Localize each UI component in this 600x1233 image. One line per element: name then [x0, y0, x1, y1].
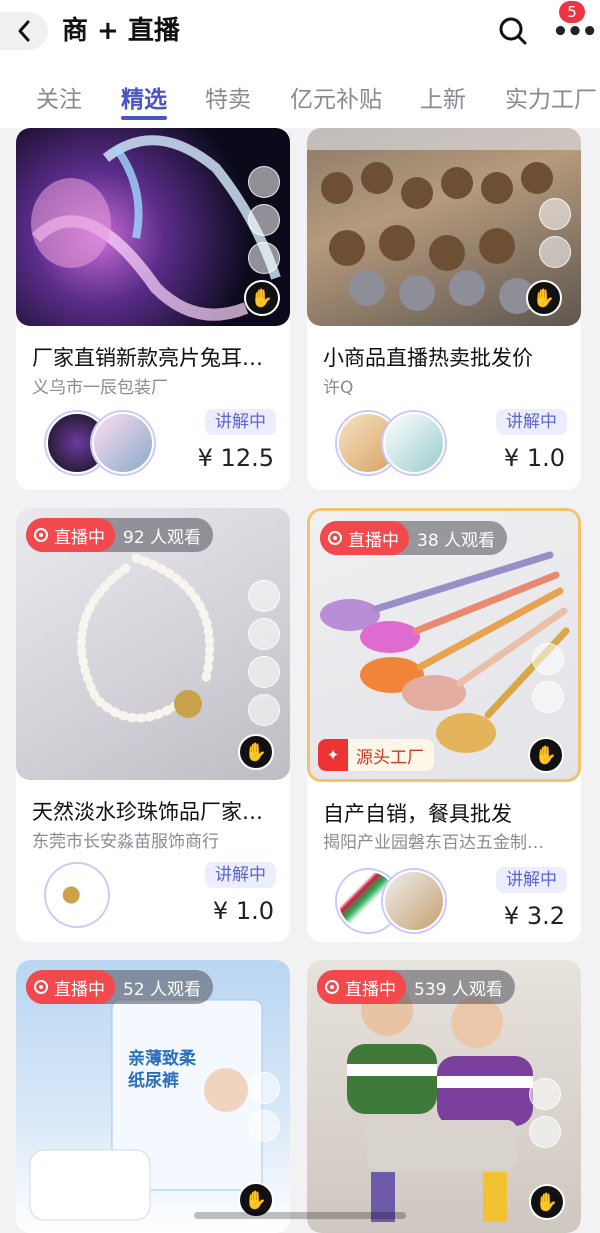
factory-logo-icon: ✦ [318, 739, 348, 771]
product-card[interactable]: ✋ 小商品直播热卖批发价 许Q 讲解中 ¥ 1.0 [307, 128, 581, 490]
viewer-count: 38 人观看 [417, 530, 496, 551]
thumbnail [92, 412, 154, 474]
tab-new[interactable]: 上新 [420, 80, 466, 114]
mini-thumb [248, 166, 280, 198]
seller-name: 揭阳产业园磐东百达五金制… [323, 833, 544, 853]
product-title: 天然淡水珍珠饰品厂家… [32, 800, 263, 824]
product-thumbnails [323, 870, 445, 932]
live-icon [34, 980, 48, 994]
tab-factory[interactable]: 实力工厂 [505, 80, 597, 114]
mini-product-stack [532, 643, 568, 719]
active-tab-indicator [121, 116, 167, 120]
category-tabs: 关注 精选 特卖 亿元补贴 上新 实力工厂 [0, 74, 600, 120]
mini-thumb [248, 656, 280, 688]
live-badge: 直播中 52 人观看 [26, 970, 214, 1004]
price: ¥ 1.0 [503, 444, 565, 472]
product-card[interactable]: 直播中 539 人观看 ✋ [307, 960, 581, 1233]
mini-thumb [248, 580, 280, 612]
live-icon [328, 531, 342, 545]
tab-subsidy[interactable]: 亿元补贴 [290, 80, 382, 114]
clap-hand-icon[interactable]: ✋ [526, 280, 562, 316]
mini-product-stack [248, 1072, 284, 1148]
thumbnail [383, 412, 445, 474]
packaging-text: 亲薄致柔 纸尿裤 [128, 1049, 196, 1091]
explaining-tag: 讲解中 [496, 409, 567, 435]
mini-product-stack [529, 1078, 565, 1154]
mini-thumb [248, 204, 280, 236]
explaining-tag: 讲解中 [205, 409, 276, 435]
chevron-left-icon [18, 20, 30, 42]
clap-hand-icon[interactable]: ✋ [244, 280, 280, 316]
explaining-tag: 讲解中 [496, 867, 567, 893]
live-label: 直播中 [345, 979, 396, 1000]
tab-following[interactable]: 关注 [36, 80, 82, 114]
live-label: 直播中 [348, 530, 399, 551]
mini-thumb [539, 236, 571, 268]
clap-hand-icon[interactable]: ✋ [529, 1184, 565, 1220]
product-thumbnails [32, 412, 154, 474]
live-badge: 直播中 539 人观看 [317, 970, 515, 1004]
mini-thumb [532, 681, 564, 713]
search-button[interactable] [494, 12, 532, 50]
live-badge: 直播中 38 人观看 [320, 521, 508, 555]
clap-hand-icon[interactable]: ✋ [238, 734, 274, 770]
viewer-count: 539 人观看 [414, 979, 503, 1000]
viewer-count: 92 人观看 [123, 527, 202, 548]
thumbnail [383, 870, 445, 932]
home-indicator[interactable] [194, 1212, 406, 1219]
product-image: 亲薄致柔 纸尿裤 直播中 52 人观看 ✋ [16, 960, 290, 1233]
product-image: 直播中 92 人观看 ✋ [16, 508, 290, 780]
mini-product-stack [248, 166, 284, 280]
notification-badge: 5 [559, 1, 585, 23]
explaining-tag: 讲解中 [205, 862, 276, 888]
mini-thumb [248, 618, 280, 650]
live-badge: 直播中 92 人观看 [26, 518, 214, 552]
product-thumbnails [32, 864, 152, 926]
seller-name: 东莞市长安淼苗服饰商行 [32, 832, 219, 852]
live-label: 直播中 [54, 527, 105, 548]
clap-hand-icon[interactable]: ✋ [528, 737, 564, 773]
source-factory-tag: ✦ 源头工厂 [318, 739, 434, 771]
product-thumbnails [323, 412, 445, 474]
mini-product-stack [248, 580, 284, 732]
tab-sale[interactable]: 特卖 [205, 80, 251, 114]
product-card[interactable]: 直播中 38 人观看 ✋ ✦ 源头工厂 自产自销，餐具批发 揭阳产业园磐东百达五… [307, 508, 581, 942]
seller-name: 义乌市一辰包装厂 [32, 378, 168, 398]
viewer-count: 52 人观看 [123, 979, 202, 1000]
mini-thumb [248, 694, 280, 726]
price: ¥ 3.2 [503, 902, 565, 930]
product-image: ✋ [307, 128, 581, 326]
product-image: 直播中 539 人观看 ✋ [307, 960, 581, 1233]
thumbnail [46, 864, 108, 926]
product-title: 厂家直销新款亮片兔耳… [32, 346, 263, 370]
mini-thumb [532, 643, 564, 675]
back-button[interactable] [0, 12, 48, 50]
price: ¥ 1.0 [212, 897, 274, 925]
top-bar: 商 + 直播 5 ••• 关注 精选 特卖 亿元补贴 上新 实力工厂 [0, 0, 600, 128]
live-icon [34, 528, 48, 542]
mini-thumb [248, 242, 280, 274]
mini-thumb [248, 1072, 280, 1104]
source-label: 源头工厂 [356, 747, 424, 768]
tab-featured[interactable]: 精选 [121, 80, 167, 114]
search-icon [499, 17, 527, 45]
mini-thumb [248, 1110, 280, 1142]
mini-thumb [529, 1116, 561, 1148]
product-card[interactable]: 直播中 92 人观看 ✋ 天然淡水珍珠饰品厂家… 东莞市长安淼苗服饰商行 讲解中… [16, 508, 290, 942]
live-icon [325, 980, 339, 994]
mini-thumb [539, 198, 571, 230]
live-label: 直播中 [54, 979, 105, 1000]
page-title: 商 + 直播 [62, 16, 180, 46]
product-image: 直播中 38 人观看 ✋ ✦ 源头工厂 [307, 508, 581, 782]
seller-name: 许Q [323, 378, 354, 398]
mini-thumb [529, 1078, 561, 1110]
mini-product-stack [539, 198, 575, 274]
product-title: 小商品直播热卖批发价 [323, 346, 533, 370]
price: ¥ 12.5 [197, 444, 274, 472]
product-card[interactable]: ✋ 厂家直销新款亮片兔耳… 义乌市一辰包装厂 讲解中 ¥ 12.5 [16, 128, 290, 490]
product-title: 自产自销，餐具批发 [323, 802, 512, 826]
product-image: ✋ [16, 128, 290, 326]
product-card[interactable]: 亲薄致柔 纸尿裤 直播中 52 人观看 ✋ [16, 960, 290, 1233]
